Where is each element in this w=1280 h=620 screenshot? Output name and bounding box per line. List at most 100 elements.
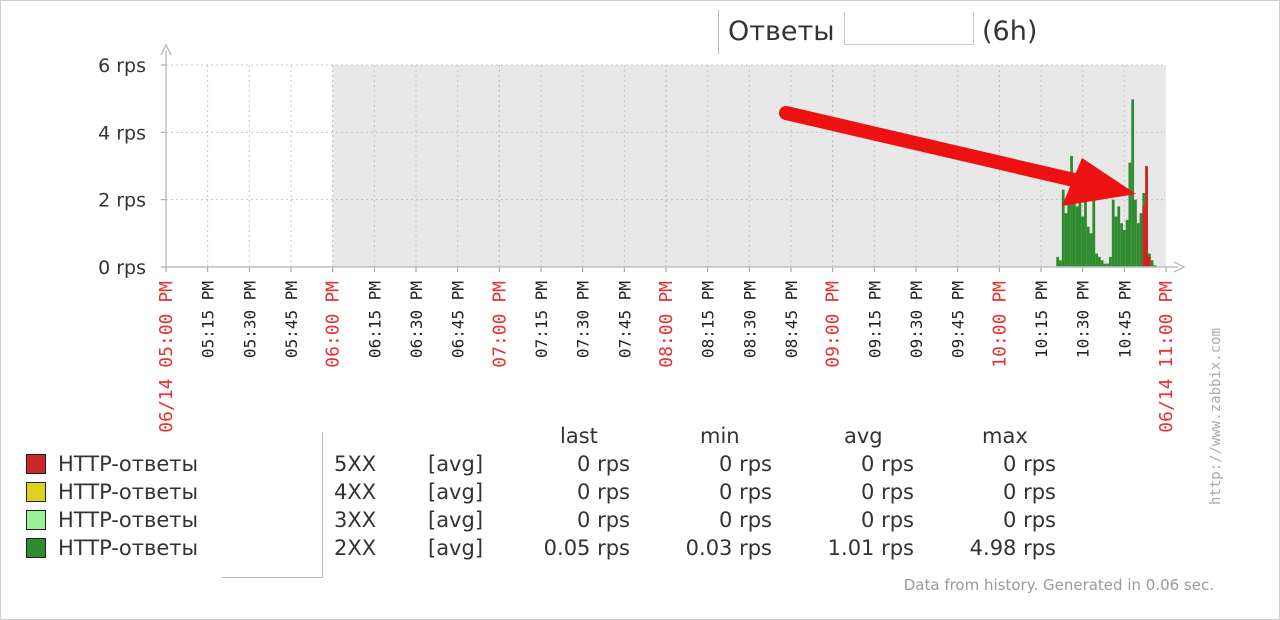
legend-min: 0 rps: [719, 452, 772, 476]
legend-last: 0 rps: [577, 452, 630, 476]
legend-series-name: HTTP-ответы: [58, 508, 199, 532]
legend-last: 0 rps: [577, 480, 630, 504]
x-tick-label: 10:30 PM: [1074, 281, 1093, 358]
legend-avg: 0 rps: [861, 508, 914, 532]
series-bar: [1150, 260, 1154, 267]
x-tick-label: 06:30 PM: [407, 281, 426, 358]
legend-min: 0 rps: [719, 508, 772, 532]
x-tick-label: 08:00 PM: [656, 281, 677, 368]
series-bar: [1145, 166, 1148, 267]
x-tick-label: 07:45 PM: [615, 281, 634, 358]
x-tick-label: 06:45 PM: [449, 281, 468, 358]
x-tick-label: 10:45 PM: [1115, 281, 1134, 358]
legend-row-2xx: HTTP-ответы 2XX [avg] 0.05 rps 0.03 rps …: [26, 536, 1086, 564]
legend-header-last: last: [560, 424, 598, 448]
series-bar: [1109, 256, 1112, 267]
legend-series-code: 4XX: [334, 480, 377, 504]
legend-swatch: [26, 538, 46, 558]
x-tick-label: 08:30 PM: [740, 281, 759, 358]
x-tick-label: 09:30 PM: [907, 281, 926, 358]
series-bar: [1134, 199, 1137, 267]
x-tick-label: 07:00 PM: [489, 281, 510, 368]
y-tick-label: 0 rps: [98, 257, 146, 279]
legend-last: 0.05 rps: [543, 536, 630, 560]
series-bar: [1125, 219, 1129, 267]
legend-min: 0.03 rps: [685, 536, 772, 560]
x-tick-label: 09:00 PM: [823, 281, 844, 368]
series-bar: [1117, 206, 1121, 267]
legend: last min avg max HTTP-ответы 5XX [avg] 0…: [26, 422, 1086, 572]
x-tick-label: 06:15 PM: [365, 281, 384, 358]
generation-footer: Data from history. Generated in 0.06 sec…: [903, 576, 1214, 594]
legend-series-func: [avg]: [428, 452, 484, 476]
legend-series-func: [avg]: [428, 536, 484, 560]
x-tick-label: 06:00 PM: [323, 281, 344, 368]
x-tick-label: 09:15 PM: [865, 281, 884, 358]
legend-header-avg: avg: [844, 424, 883, 448]
legend-avg: 0 rps: [861, 480, 914, 504]
legend-row-4xx: HTTP-ответы 4XX [avg] 0 rps 0 rps 0 rps …: [26, 480, 1086, 508]
series-bar: [1136, 223, 1140, 267]
x-tick-label: 10:00 PM: [989, 281, 1010, 368]
series-bar: [1075, 206, 1079, 267]
series-bar: [1086, 226, 1090, 267]
series-bar: [1064, 213, 1068, 267]
series-bar: [1128, 162, 1132, 267]
legend-series-code: 5XX: [334, 452, 377, 476]
series-bar: [1056, 256, 1060, 267]
series-bar: [1100, 260, 1104, 267]
x-tick-label: 08:15 PM: [699, 281, 718, 358]
legend-series-func: [avg]: [428, 480, 484, 504]
series-bar: [1081, 216, 1085, 267]
legend-avg: 1.01 rps: [827, 536, 914, 560]
legend-header-max: max: [982, 424, 1028, 448]
x-tick-label: 08:45 PM: [782, 281, 801, 358]
legend-max: 4.98 rps: [969, 536, 1056, 560]
series-bar: [1142, 206, 1146, 267]
series-bar: [1059, 260, 1062, 267]
legend-last: 0 rps: [577, 508, 630, 532]
legend-series-name: HTTP-ответы: [58, 480, 199, 504]
series-bar: [1131, 99, 1135, 267]
x-tick-label: 06/14 11:00 PM: [1156, 281, 1177, 433]
series-bar: [1120, 223, 1123, 267]
legend-header-min: min: [700, 424, 740, 448]
legend-divider-horizontal: [222, 577, 323, 578]
legend-swatch: [26, 510, 46, 530]
legend-max: 0 rps: [1003, 452, 1056, 476]
series-bar: [1089, 233, 1093, 267]
legend-series-name: HTTP-ответы: [58, 452, 199, 476]
y-tick-label: 2 rps: [98, 190, 146, 212]
legend-max: 0 rps: [1003, 480, 1056, 504]
series-bar: [1139, 213, 1143, 267]
x-tick-label: 05:45 PM: [282, 281, 301, 358]
x-tick-label: 07:15 PM: [532, 281, 551, 358]
legend-series-code: 3XX: [334, 508, 377, 532]
legend-swatch: [26, 454, 46, 474]
x-tick-label: 05:15 PM: [199, 281, 218, 358]
x-tick-label: 09:45 PM: [949, 281, 968, 358]
legend-series-name: HTTP-ответы: [58, 536, 199, 560]
legend-max: 0 rps: [1003, 508, 1056, 532]
series-bar: [1147, 256, 1151, 267]
legend-avg: 0 rps: [861, 452, 914, 476]
legend-row-5xx: HTTP-ответы 5XX [avg] 0 rps 0 rps 0 rps …: [26, 452, 1086, 480]
x-tick-label: 06/14 05:00 PM: [156, 281, 177, 433]
y-tick-label: 6 rps: [98, 55, 146, 77]
series-bar: [1122, 229, 1126, 267]
zabbix-watermark-link[interactable]: http://www.zabbix.com: [1208, 328, 1224, 505]
series-bar: [1111, 199, 1115, 267]
legend-swatch: [26, 482, 46, 502]
legend-series-code: 2XX: [334, 536, 377, 560]
y-tick-label: 4 rps: [98, 122, 146, 144]
legend-series-func: [avg]: [428, 508, 484, 532]
x-tick-label: 07:30 PM: [574, 281, 593, 358]
series-bar: [1095, 253, 1098, 267]
series-bar: [1097, 256, 1101, 267]
series-bar: [1067, 196, 1071, 267]
legend-row-3xx: HTTP-ответы 3XX [avg] 0 rps 0 rps 0 rps …: [26, 508, 1086, 536]
series-bar: [1114, 216, 1118, 267]
x-tick-label: 10:15 PM: [1032, 281, 1051, 358]
x-tick-label: 05:30 PM: [240, 281, 259, 358]
legend-min: 0 rps: [719, 480, 772, 504]
